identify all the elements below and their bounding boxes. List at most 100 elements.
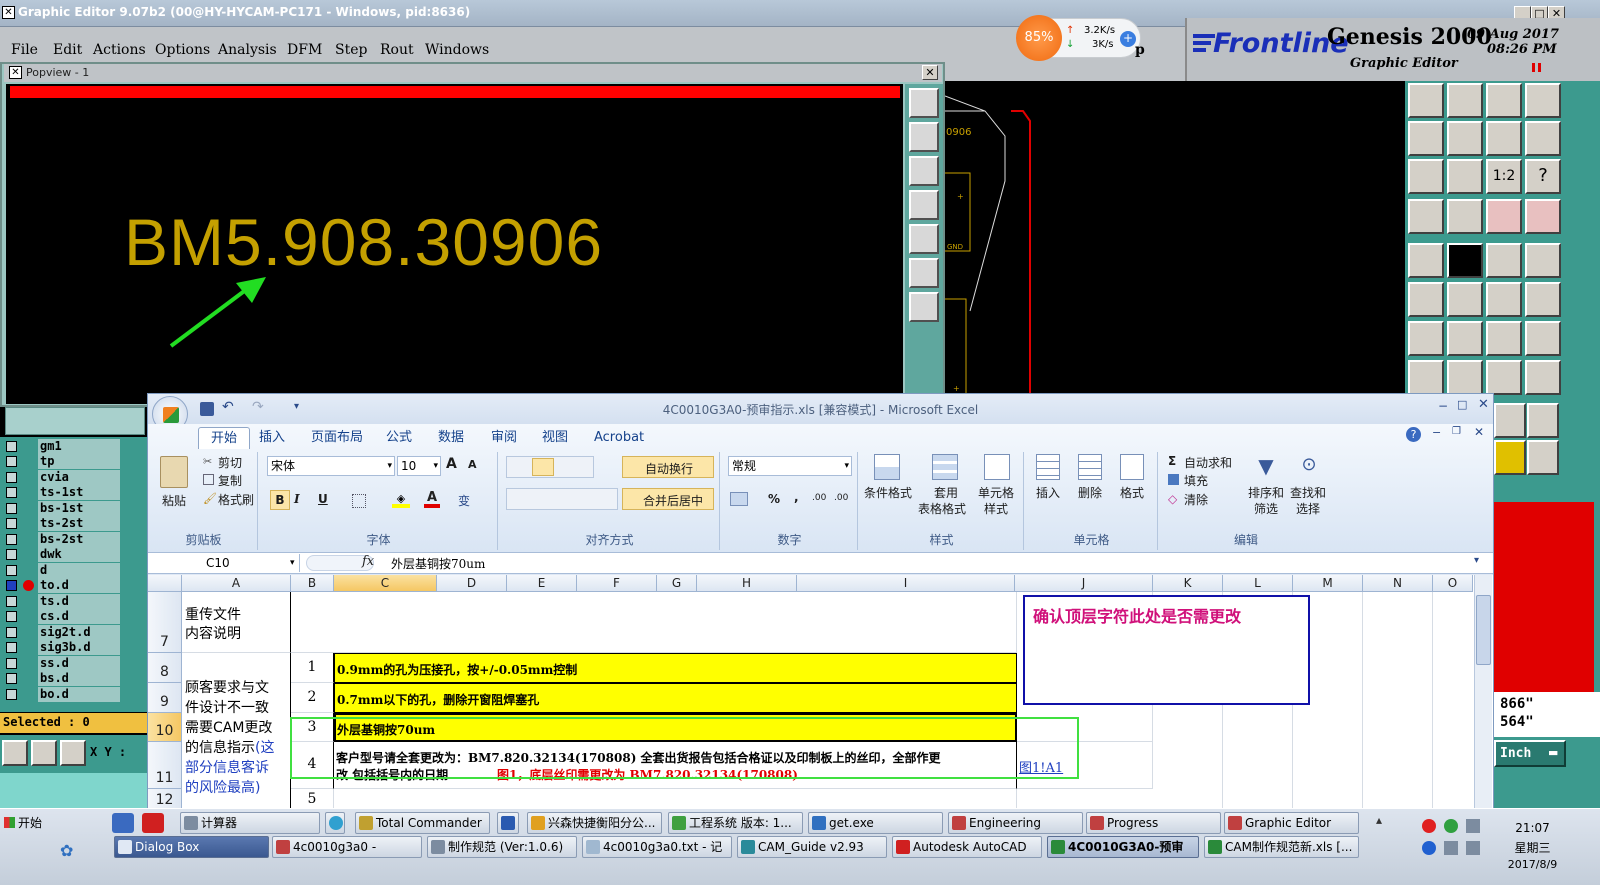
taskbar-item-autocad[interactable]: Autodesk AutoCAD 201... [892, 836, 1042, 858]
row-header[interactable]: 11 [148, 742, 182, 789]
format-cells-button[interactable]: 格式 [1120, 484, 1144, 501]
grid-button[interactable] [60, 740, 86, 766]
tab-formulas[interactable]: 公式 [374, 427, 424, 449]
layer-checkbox[interactable] [6, 487, 17, 498]
layer-row[interactable]: sig3b.d [4, 640, 144, 655]
menu-rout[interactable]: Rout [380, 42, 414, 58]
taskbar-item-ie[interactable] [325, 812, 345, 834]
layer-row[interactable]: d [4, 563, 144, 578]
format-as-table-button-2[interactable]: 表格格式 [918, 500, 966, 517]
wrap-text-button[interactable]: 自动换行 [622, 456, 714, 478]
cell-c11[interactable]: 客户型号请全套更改为：BM7.820.32134(170808) 全套出货报告包… [334, 742, 1017, 789]
format-painter-button[interactable]: 格式刷 [218, 491, 254, 508]
layer-row[interactable]: bs-1st [4, 501, 144, 516]
tool-26-button[interactable] [1447, 321, 1483, 356]
layer-checkbox[interactable] [6, 503, 17, 514]
layer-checkbox[interactable] [6, 534, 17, 545]
ribbon-close-button[interactable]: ✕ [1474, 425, 1484, 439]
tool-3-button[interactable] [1486, 83, 1522, 118]
cell-styles-icon[interactable] [984, 454, 1010, 480]
layer-row[interactable]: ss.d [4, 656, 144, 671]
font-size-select[interactable]: 10 ▾ [397, 456, 441, 476]
taskbar-item-engineering[interactable]: 工程系统 版本: 1... [668, 812, 803, 834]
column-header[interactable]: H [697, 575, 797, 592]
comment-textbox[interactable]: 确认顶层字符此处是否需更改 [1023, 595, 1310, 705]
layer-checkbox[interactable] [6, 689, 17, 700]
taskbar-item-calculator[interactable]: 计算器 [180, 812, 320, 834]
insert-cells-button[interactable]: 插入 [1036, 484, 1060, 501]
layer-checkbox[interactable] [6, 456, 17, 467]
cell-c12[interactable] [334, 789, 1017, 809]
menu-help-fragment[interactable]: p [1135, 42, 1145, 58]
excel-minimize-button[interactable]: − [1438, 399, 1448, 413]
menu-dfm[interactable]: DFM [287, 42, 322, 58]
cell-a7[interactable]: 重传文件 内容说明 [182, 592, 291, 653]
conditional-format-button[interactable]: 条件格式 [864, 484, 912, 501]
tool-34-button[interactable] [1527, 403, 1559, 438]
fx-icon[interactable]: fx [362, 554, 374, 569]
tool-17-button[interactable] [1408, 243, 1444, 278]
flag-icon[interactable] [1444, 841, 1458, 855]
binoculars-icon[interactable]: ⊙ [1296, 454, 1322, 480]
network-icon[interactable] [1466, 819, 1480, 833]
column-header[interactable]: K [1153, 575, 1223, 592]
cell-a8-merged[interactable]: 顾客要求与文 件设计不一致 需要CAM更改 的信息指示(这 部分信息客诉 的风险… [182, 653, 291, 809]
taskbar-item-spec[interactable]: 制作规范 (Ver:1.0.6) [427, 836, 577, 858]
start-button[interactable]: 开始 [2, 812, 50, 834]
comma-button[interactable]: , [794, 490, 799, 504]
tool-20-button[interactable] [1525, 243, 1561, 278]
cell-b12[interactable]: 5 [291, 789, 334, 809]
cell-styles-button-1[interactable]: 单元格 [978, 484, 1014, 501]
taskbar-item-toolkit[interactable]: Engineering Toolkit 9... [948, 812, 1083, 834]
tab-acrobat[interactable]: Acrobat [582, 427, 656, 449]
column-header[interactable]: M [1293, 575, 1363, 592]
row-header[interactable]: 8 [148, 653, 182, 683]
layer-row[interactable]: bo.d [4, 687, 144, 702]
align-middle-button[interactable] [532, 458, 554, 476]
measure-button[interactable] [31, 740, 57, 766]
redo-icon[interactable]: ↷ [252, 399, 264, 415]
find-select-button-1[interactable]: 查找和 [1290, 484, 1326, 501]
tool-30-button[interactable] [1447, 360, 1483, 395]
column-header[interactable]: I [797, 575, 1015, 592]
increase-decimal-button[interactable]: .00 [812, 493, 826, 503]
expand-formula-icon[interactable]: ▾ [1474, 555, 1479, 566]
find-select-button-2[interactable]: 选择 [1296, 500, 1320, 517]
taskbar-item-xingsen[interactable]: 兴森快捷衡阳分公... [527, 812, 662, 834]
cut-button[interactable]: 剪切 [218, 454, 242, 471]
vertical-scrollbar[interactable] [1474, 575, 1492, 809]
tray-icon-2[interactable] [1444, 819, 1458, 833]
cell-b11[interactable]: 4 [291, 742, 334, 789]
format-as-table-icon[interactable] [932, 454, 958, 480]
layer-row[interactable]: ts.d [4, 594, 144, 609]
layer-row[interactable]: tp [4, 454, 144, 469]
tab-view[interactable]: 视图 [530, 427, 580, 449]
excel-maximize-button[interactable]: □ [1457, 398, 1467, 411]
merge-center-button[interactable]: 合并后居中 [622, 488, 714, 510]
pan-right-button[interactable] [909, 224, 939, 254]
tool-35-button[interactable] [1494, 440, 1526, 475]
currency-icon[interactable] [730, 492, 748, 506]
taskbar-item-progress[interactable]: Progress [1086, 812, 1221, 834]
column-header[interactable]: D [437, 575, 507, 592]
tool-16-button[interactable] [1525, 199, 1561, 234]
underline-button[interactable]: U [318, 492, 328, 506]
tool-18-button[interactable] [1447, 243, 1483, 278]
layer-row[interactable]: ts-2st [4, 516, 144, 531]
tab-data[interactable]: 数据 [426, 427, 476, 449]
tool-33-button[interactable] [1494, 403, 1526, 438]
plus-icon[interactable]: + [1120, 31, 1136, 47]
layer-checkbox[interactable] [6, 565, 17, 576]
tab-home[interactable]: 开始 [198, 427, 251, 449]
menu-actions[interactable]: Actions [93, 42, 146, 58]
taskbar-item-camguide[interactable]: CAM_Guide v2.93 [737, 836, 887, 858]
tool-9-button[interactable] [1408, 159, 1444, 194]
layer-row[interactable]: dwk [4, 547, 144, 562]
layer-row[interactable]: bs.d [4, 671, 144, 686]
cell-c10-active[interactable]: 外层基铜按70um [334, 713, 1017, 742]
layer-row[interactable]: cvia [4, 470, 144, 485]
clock[interactable]: 21:07 星期三 2017/8/9 [1495, 813, 1570, 883]
font-color-icon[interactable]: A [424, 490, 440, 508]
zoom-fit-button[interactable] [909, 258, 939, 288]
tool-4-button[interactable] [1525, 83, 1561, 118]
